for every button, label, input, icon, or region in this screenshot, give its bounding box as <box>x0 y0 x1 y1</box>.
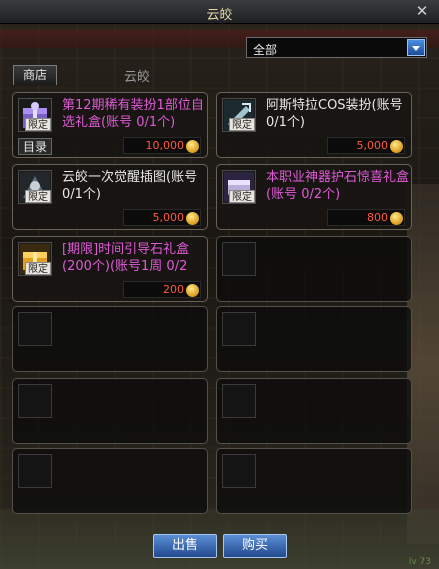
tab-shop[interactable]: 商店 <box>13 65 57 85</box>
empty-slot <box>12 306 208 372</box>
item-name: [期限]时间引导石礼盒(200个)(账号1周 0/2 <box>62 242 190 274</box>
limited-badge: 限定 <box>229 118 255 131</box>
empty-slot <box>216 306 412 372</box>
shop-item-slot[interactable]: 限定 阿斯特拉COS装扮(账号 0/1个) 5,000 <box>216 92 412 158</box>
item-icon-frame: 限定 <box>222 170 256 204</box>
limited-badge: 限定 <box>229 190 255 203</box>
item-name: 阿斯特拉COS装扮(账号 0/1个) <box>266 98 403 130</box>
empty-icon-frame <box>18 454 52 488</box>
empty-icon-frame <box>18 384 52 418</box>
limited-badge: 限定 <box>25 118 51 131</box>
gold-coin-icon <box>390 212 403 225</box>
empty-icon-frame <box>222 242 256 276</box>
chevron-down-icon[interactable] <box>407 39 425 56</box>
empty-slot <box>216 236 412 302</box>
catalog-button[interactable]: 目录 <box>18 138 52 155</box>
sell-button[interactable]: 出售 <box>153 534 217 558</box>
price-field: 200 <box>123 281 201 298</box>
item-icon-frame: 限定 <box>18 98 52 132</box>
price-field: 800 <box>327 209 405 226</box>
gold-coin-icon <box>186 212 199 225</box>
buy-button[interactable]: 购买 <box>223 534 287 558</box>
empty-icon-frame <box>222 312 256 346</box>
empty-slot <box>12 378 208 444</box>
empty-slot <box>216 448 412 514</box>
item-price: 5,000 <box>356 139 389 152</box>
item-name: 云皎一次觉醒插图(账号 0/1个) <box>62 170 198 202</box>
shop-item-slot[interactable]: 限定 第12期稀有装扮1部位自选礼盒(账号 0/1个) 目录 10,000 <box>12 92 208 158</box>
gold-coin-icon <box>186 140 199 153</box>
shop-item-slot[interactable]: 限定 [期限]时间引导石礼盒(200个)(账号1周 0/2 200 <box>12 236 208 302</box>
limited-badge: 限定 <box>25 262 51 275</box>
empty-slot <box>216 378 412 444</box>
item-price: 200 <box>163 283 184 296</box>
empty-icon-frame <box>222 384 256 418</box>
item-icon-frame: 限定 <box>18 170 52 204</box>
item-icon-frame: 限定 <box>222 98 256 132</box>
tab-current-label: 云皎 <box>124 70 151 85</box>
item-grid: 限定 第12期稀有装扮1部位自选礼盒(账号 0/1个) 目录 10,000 限定… <box>12 92 412 516</box>
limited-badge: 限定 <box>25 190 51 203</box>
shop-item-slot[interactable]: 限定 本职业神器护石惊喜礼盒(账号 0/2个) 800 <box>216 164 412 230</box>
empty-icon-frame <box>18 312 52 346</box>
category-dropdown[interactable]: 全部 <box>246 37 427 58</box>
item-name: 第12期稀有装扮1部位自选礼盒(账号 0/1个) <box>62 98 204 130</box>
gold-coin-icon <box>186 284 199 297</box>
price-field: 5,000 <box>327 137 405 154</box>
item-price: 800 <box>367 211 388 224</box>
item-name: 本职业神器护石惊喜礼盒(账号 0/2个) <box>266 170 410 202</box>
item-price: 5,000 <box>152 211 185 224</box>
price-field: 10,000 <box>123 137 201 154</box>
price-field: 5,000 <box>123 209 201 226</box>
window-title: 云皎 <box>206 8 233 23</box>
item-icon-frame: 限定 <box>18 242 52 276</box>
dropdown-selected-value: 全部 <box>253 43 278 57</box>
gold-coin-icon <box>390 140 403 153</box>
background-floor <box>0 509 439 569</box>
shop-item-slot[interactable]: 限定 云皎一次觉醒插图(账号 0/1个) 5,000 <box>12 164 208 230</box>
close-icon[interactable]: ✕ <box>413 2 431 20</box>
item-price: 10,000 <box>145 139 185 152</box>
title-bar[interactable]: 云皎 ✕ <box>0 0 439 24</box>
empty-icon-frame <box>222 454 256 488</box>
empty-slot <box>12 448 208 514</box>
corner-level-text: lv 73 <box>408 557 431 567</box>
